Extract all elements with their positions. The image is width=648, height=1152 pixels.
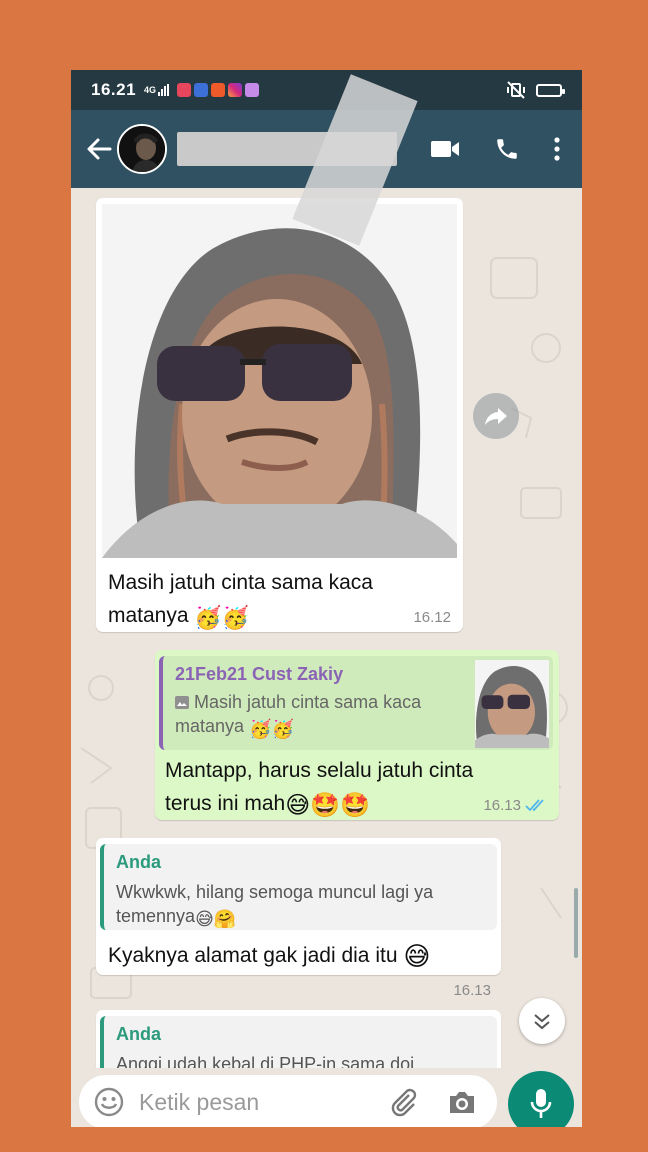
quote-author: Anda — [116, 1024, 161, 1044]
message-time: 16.13 — [483, 797, 521, 814]
signal-icon — [158, 84, 170, 96]
battery-icon — [536, 83, 565, 97]
message-time: 16.13 — [453, 982, 491, 999]
quote-text-line1: Wkwkwk, hilang semoga muncul lagi ya — [116, 882, 434, 902]
vibrate-mute-icon — [507, 81, 525, 99]
shop-app-icon — [211, 83, 226, 97]
more-vert-icon[interactable] — [554, 137, 560, 161]
incoming-reply-message[interactable]: Anda Wkwkwk, hilang semoga muncul lagi y… — [96, 838, 501, 999]
quote-emojis: 😅🤗 — [195, 909, 237, 929]
thumbnail-image — [475, 660, 549, 748]
reply-text: Kyaknya alamat gak jadi dia itu 😅 — [108, 939, 488, 972]
voice-message-button[interactable] — [508, 1071, 574, 1127]
photo-image — [102, 204, 457, 558]
video-call-icon[interactable] — [430, 139, 460, 159]
double-check-read-icon — [525, 799, 544, 812]
instagram-icon — [228, 83, 243, 97]
photo-caption: Masih jatuh cinta sama kaca matanya 🥳🥳 — [108, 566, 428, 632]
message-time: 16.12 — [413, 609, 451, 626]
notification-icons — [177, 83, 260, 97]
reply-emojis: 😅🤩🤩 — [285, 792, 371, 819]
photo-icon — [175, 696, 189, 709]
quote-emojis: 🥳🥳 — [249, 719, 294, 739]
forward-icon — [485, 408, 507, 425]
forward-button[interactable] — [473, 393, 519, 439]
message-photo[interactable] — [102, 204, 457, 558]
message-input[interactable]: Ketik pesan — [139, 1089, 259, 1116]
scroll-to-bottom-button[interactable] — [519, 998, 565, 1044]
message-input-container[interactable]: Ketik pesan — [79, 1075, 497, 1127]
scrollbar[interactable] — [574, 888, 578, 958]
input-bar: Ketik pesan — [71, 1068, 582, 1127]
reply-text-line1: Mantapp, harus selalu jatuh cinta — [165, 759, 474, 782]
attachment-icon[interactable] — [389, 1087, 419, 1117]
status-bar: 16.21 4G — [71, 70, 582, 110]
reply-emoji: 😅 — [403, 941, 431, 971]
quote-text-line1: Anggi udah kebal di PHP-in sama doi — [116, 1054, 415, 1068]
contact-avatar[interactable] — [117, 124, 167, 174]
phone-screen: 16.21 4G Masih jatuh cinta sama kaca mat… — [71, 70, 582, 1127]
reply-text-line2: terus ini mah — [165, 792, 286, 815]
chat-area[interactable]: Masih jatuh cinta sama kaca matanya 🥳🥳 1… — [71, 188, 582, 1068]
quote-text-line1: Masih jatuh cinta sama kaca — [194, 692, 422, 712]
arrow-back-icon — [87, 138, 112, 160]
outgoing-reply-message[interactable]: 21Feb21 Cust Zakiy Masih jatuh cinta sam… — [155, 650, 559, 820]
incoming-photo-message[interactable]: Masih jatuh cinta sama kaca matanya 🥳🥳 1… — [96, 198, 463, 632]
music-app-icon — [177, 83, 192, 97]
quote-thumbnail — [475, 660, 549, 748]
quote-author: 21Feb21 Cust Zakiy — [175, 664, 344, 684]
caption-emojis: 🥳🥳 — [194, 605, 250, 630]
quote-text: Wkwkwk, hilang semoga muncul lagi ya tem… — [116, 880, 496, 928]
incoming-reply-message-partial[interactable]: Anda Anggi udah kebal di PHP-in sama doi — [96, 1010, 501, 1068]
camera-icon[interactable] — [447, 1089, 477, 1115]
quote-text: Masih jatuh cinta sama kaca matanya 🥳🥳 — [175, 690, 475, 738]
microphone-icon — [530, 1089, 552, 1118]
reply-text-body: Kyaknya alamat gak jadi dia itu — [108, 944, 398, 967]
status-time: 16.21 — [91, 80, 137, 99]
game-app-icon — [245, 83, 260, 97]
emoji-icon[interactable] — [93, 1086, 125, 1118]
back-button[interactable] — [79, 129, 119, 169]
double-chevron-down-icon — [534, 1014, 550, 1030]
quote-text: Anggi udah kebal di PHP-in sama doi — [116, 1052, 496, 1068]
quote-text-line2: temennya — [116, 906, 196, 926]
quoted-message[interactable]: Anda Wkwkwk, hilang semoga muncul lagi y… — [100, 844, 497, 930]
quoted-message[interactable]: 21Feb21 Cust Zakiy Masih jatuh cinta sam… — [159, 656, 553, 750]
quote-text-line2: matanya — [175, 716, 245, 736]
avatar-image — [119, 126, 165, 172]
quoted-message[interactable]: Anda Anggi udah kebal di PHP-in sama doi — [100, 1016, 497, 1068]
phone-icon[interactable] — [494, 136, 520, 162]
network-type: 4G — [144, 85, 157, 95]
quote-author: Anda — [116, 852, 161, 872]
app-icon — [194, 83, 209, 97]
